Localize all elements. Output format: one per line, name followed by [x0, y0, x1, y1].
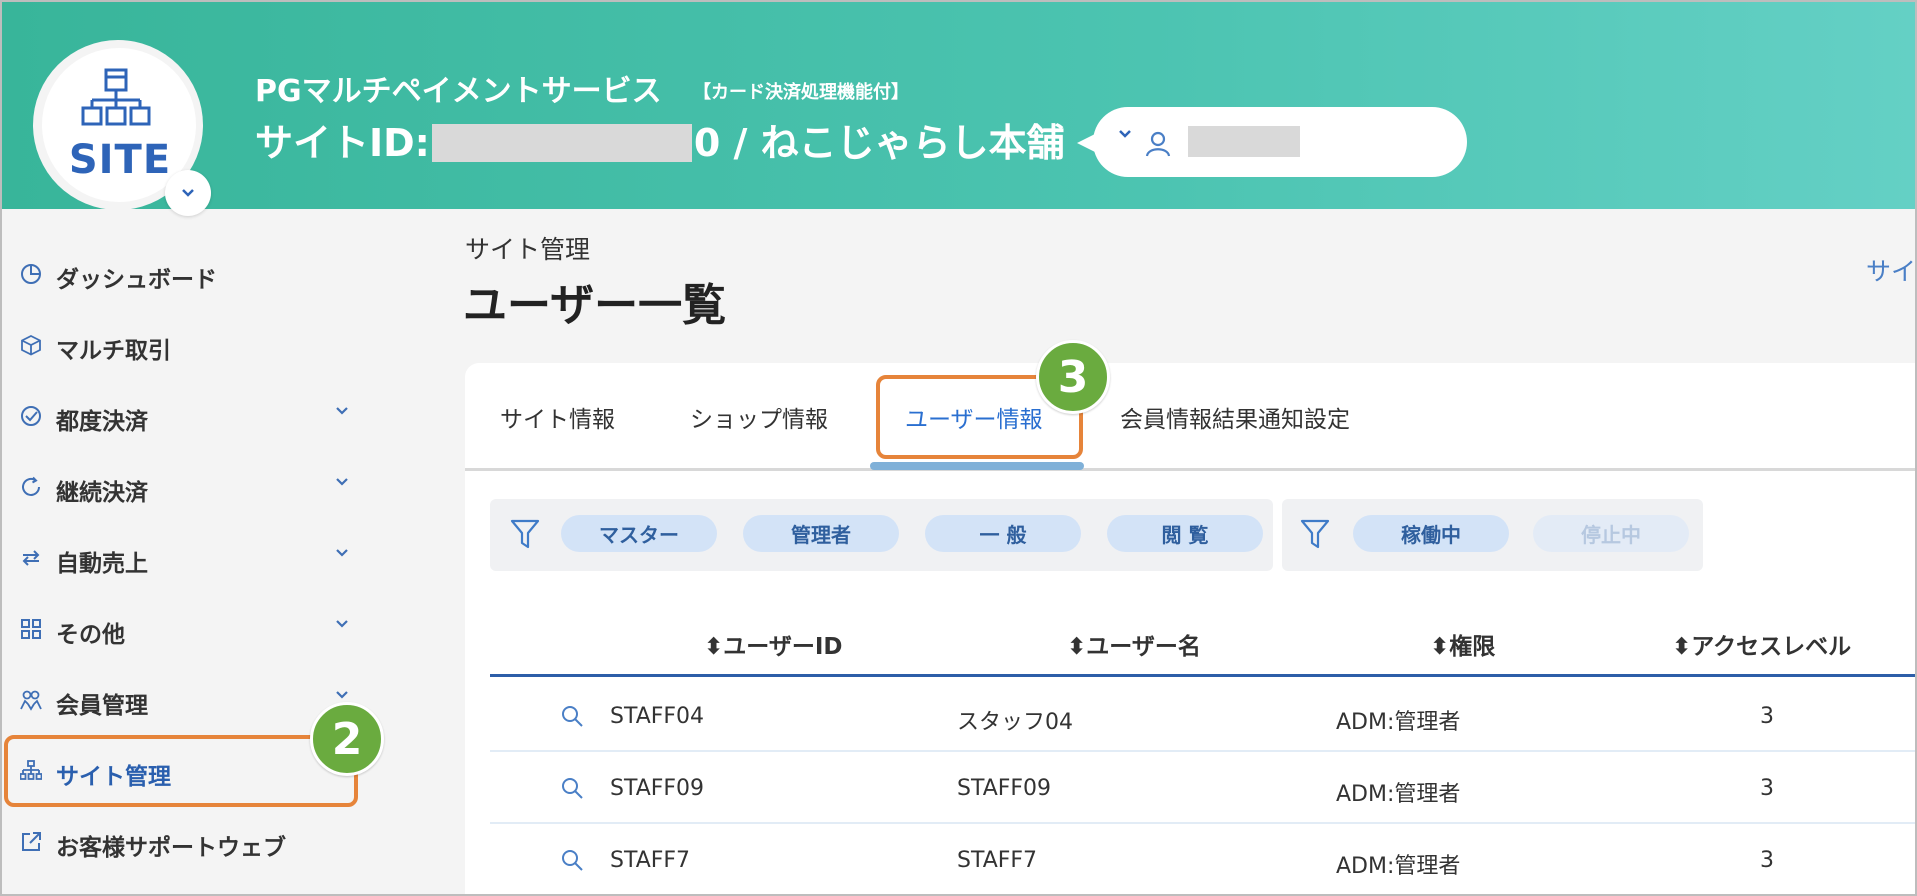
cell-role: ADM:管理者	[1336, 854, 1461, 879]
service-name: PGマルチペイメントサービス	[255, 74, 662, 109]
column-header-user-id[interactable]: ⬍ユーザーID	[704, 627, 842, 661]
sidebar-item-label: お客様サポートウェブ	[56, 835, 286, 861]
column-label: アクセスレベル	[1691, 634, 1852, 660]
cube-icon	[21, 334, 41, 356]
grid-icon	[21, 619, 41, 639]
sidebar-item-label: その他	[56, 622, 125, 648]
tab-shop-info[interactable]: ショップ情報	[690, 400, 828, 434]
sidebar-item-recurring-payment[interactable]: 継続決済	[0, 459, 368, 515]
breadcrumb[interactable]: サイト管理	[465, 230, 590, 266]
site-id-label: サイトID:	[255, 121, 430, 165]
sidebar-item-multi-transaction[interactable]: マルチ取引	[0, 317, 368, 373]
sidebar-item-one-time-payment[interactable]: 都度決済	[0, 388, 368, 444]
user-icon	[1145, 131, 1171, 157]
table-header-divider	[490, 674, 1917, 677]
sort-icon: ⬍	[1672, 634, 1692, 660]
cell-user-id: STAFF7	[610, 848, 691, 873]
chevron-down-icon	[336, 407, 348, 415]
filter-viewer[interactable]: 閲 覧	[1107, 515, 1263, 552]
right-link[interactable]: サイ	[1866, 252, 1916, 288]
filter-active[interactable]: 稼働中	[1353, 515, 1509, 552]
cell-user-id: STAFF04	[610, 704, 705, 729]
filter-stopped[interactable]: 停止中	[1533, 515, 1689, 552]
sitemap-logo-icon	[81, 68, 151, 126]
search-icon[interactable]	[560, 704, 584, 728]
sidebar-item-label: 継続決済	[56, 480, 148, 506]
highlight-site-management	[4, 735, 358, 807]
column-header-access-level[interactable]: ⬍アクセスレベル	[1672, 627, 1851, 661]
table-row[interactable]: STAFF09 STAFF09 ADM:管理者 3	[490, 752, 1917, 824]
chevron-down-icon	[182, 189, 194, 197]
table-row[interactable]: STAFF04 スタッフ04 ADM:管理者 3	[490, 680, 1917, 752]
check-circle-icon	[21, 406, 41, 426]
search-icon[interactable]	[560, 848, 584, 872]
sidebar-item-label: 会員管理	[56, 693, 148, 719]
sidebar-item-auto-sales[interactable]: 自動売上	[0, 530, 368, 586]
sidebar-item-dashboard[interactable]: ダッシュボード	[0, 246, 368, 302]
app-header: SITE PGマルチペイメントサービス 【カード決済処理機能付】 サイトID: 0…	[0, 0, 1917, 216]
user-name-redacted	[1188, 126, 1300, 157]
refresh-icon	[22, 476, 40, 496]
filter-general[interactable]: 一 般	[925, 515, 1081, 552]
service-note: 【カード決済処理機能付】	[693, 82, 909, 103]
swap-icon	[22, 550, 40, 566]
tab-site-info[interactable]: サイト情報	[500, 400, 615, 434]
tabs-divider	[465, 468, 1917, 471]
filter-master[interactable]: マスター	[561, 515, 717, 552]
sidebar-item-other[interactable]: その他	[0, 601, 368, 657]
table-row[interactable]: STAFF7 STAFF7 ADM:管理者 3	[490, 824, 1917, 896]
site-id-redacted	[431, 124, 692, 162]
cell-access-level: 3	[1760, 704, 1774, 729]
sidebar-item-label: マルチ取引	[56, 338, 171, 364]
chevron-down-icon	[336, 620, 348, 628]
sidebar-item-member-management[interactable]: 会員管理	[0, 672, 368, 728]
chevron-down-icon	[336, 691, 348, 699]
cell-user-name: スタッフ04	[957, 710, 1073, 735]
sort-icon: ⬍	[704, 634, 724, 660]
site-id-line: サイトID: 0 / ねこじゃらし本舗	[255, 112, 1065, 167]
users-icon	[20, 690, 42, 711]
column-label: 権限	[1449, 634, 1496, 660]
step-badge-2: 2	[310, 702, 384, 776]
sidebar-item-label: ダッシュボード	[56, 267, 217, 293]
sidebar-item-label: 都度決済	[56, 409, 148, 435]
step-badge-3: 3	[1036, 340, 1110, 414]
filter-icon	[1300, 519, 1330, 549]
chevron-down-icon	[1119, 130, 1131, 138]
active-tab-indicator	[870, 462, 1084, 470]
filter-admin[interactable]: 管理者	[743, 515, 899, 552]
column-label: ユーザー名	[1086, 634, 1201, 660]
cell-access-level: 3	[1760, 776, 1774, 801]
cell-user-id: STAFF09	[610, 776, 705, 801]
column-label: ユーザーID	[723, 634, 843, 660]
sidebar-item-label: 自動売上	[56, 551, 148, 577]
chevron-down-icon	[336, 549, 348, 557]
sort-icon: ⬍	[1430, 634, 1450, 660]
tab-member-notification[interactable]: 会員情報結果通知設定	[1120, 400, 1350, 434]
pie-chart-icon	[21, 264, 41, 284]
site-name: 0 / ねこじゃらし本舗	[693, 121, 1065, 165]
cell-user-name: STAFF7	[957, 848, 1038, 873]
column-header-role[interactable]: ⬍権限	[1430, 627, 1495, 661]
column-header-user-name[interactable]: ⬍ユーザー名	[1067, 627, 1201, 661]
cell-access-level: 3	[1760, 848, 1774, 873]
cell-user-name: STAFF09	[957, 776, 1052, 801]
user-menu[interactable]	[1077, 107, 1467, 177]
sidebar-item-support-web[interactable]: お客様サポートウェブ	[0, 814, 368, 870]
chevron-down-icon	[336, 478, 348, 486]
search-icon[interactable]	[560, 776, 584, 800]
external-link-icon	[22, 832, 41, 851]
filter-icon	[510, 519, 540, 549]
page-title: ユーザー一覧	[463, 280, 727, 331]
cell-role: ADM:管理者	[1336, 710, 1461, 735]
cell-role: ADM:管理者	[1336, 782, 1461, 807]
sort-icon: ⬍	[1067, 634, 1087, 660]
